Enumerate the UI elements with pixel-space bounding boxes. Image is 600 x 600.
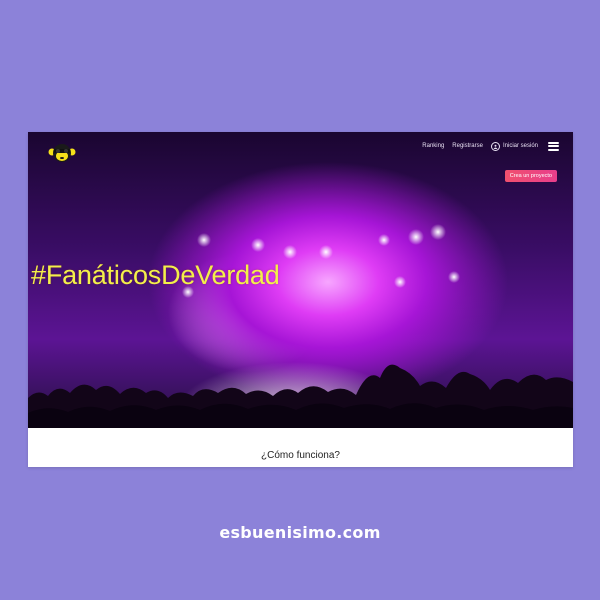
how-it-works-section: ¿Cómo funciona? xyxy=(28,428,573,467)
nav-register-link[interactable]: Registrarse xyxy=(452,143,483,149)
how-it-works-title: ¿Cómo funciona? xyxy=(261,450,340,461)
nav-ranking-link[interactable]: Ranking xyxy=(422,143,444,149)
hero-hashtag: #FanáticosDeVerdad xyxy=(31,260,280,290)
crowd-silhouette xyxy=(28,364,573,428)
website-screenshot: Ranking Registrarse Iniciar sesión Crea … xyxy=(28,132,573,467)
nav-login-label: Iniciar sesión xyxy=(502,143,538,149)
create-project-button[interactable]: Crea un proyecto xyxy=(504,170,557,182)
user-circle-icon xyxy=(490,141,500,151)
monkey-logo-icon[interactable] xyxy=(48,142,76,164)
hero-banner: Ranking Registrarse Iniciar sesión Crea … xyxy=(28,132,573,428)
site-caption: esbuenisimo.com xyxy=(219,523,381,542)
nav-login-link[interactable]: Iniciar sesión xyxy=(490,141,538,151)
top-nav: Ranking Registrarse Iniciar sesión xyxy=(422,137,559,155)
hamburger-menu-icon[interactable] xyxy=(548,141,559,151)
